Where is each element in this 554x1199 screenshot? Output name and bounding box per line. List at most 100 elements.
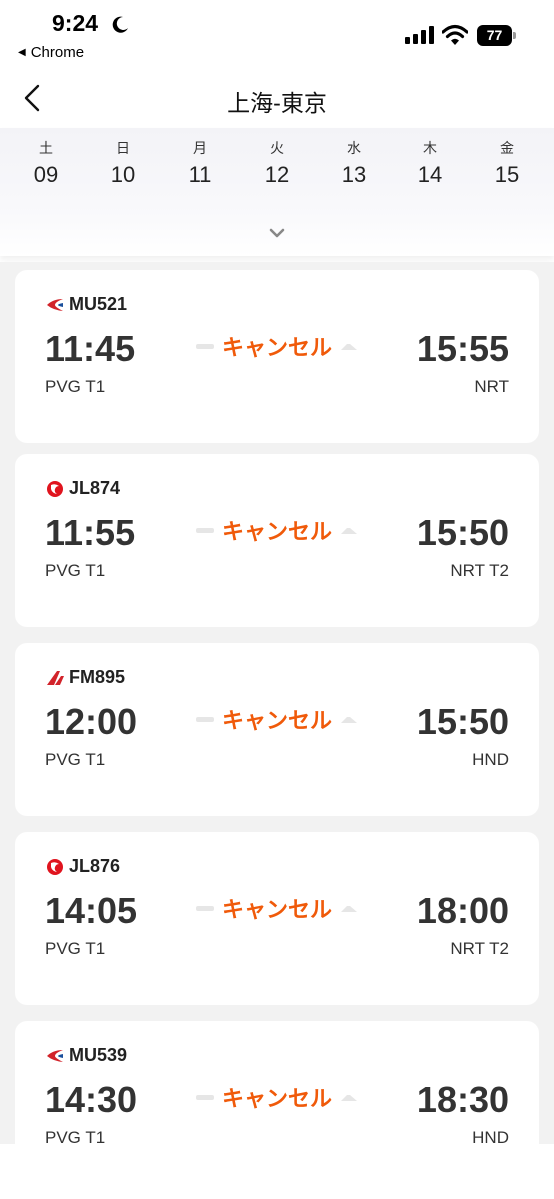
status-text: キャンセル <box>221 519 332 544</box>
departure-terminal: PVG T1 <box>45 377 106 396</box>
plane-icon <box>341 1095 357 1101</box>
flight-card[interactable]: MU539 14:30 キャンセル 18:30 PVG T1 HND <box>15 1021 539 1144</box>
departure-time: 12:00 <box>45 701 138 742</box>
date-day: 13 <box>341 162 367 187</box>
moon-icon <box>112 16 128 33</box>
date-weekday: 月 <box>193 140 207 156</box>
route-line-left <box>195 716 214 722</box>
arrival-terminal: NRT T2 <box>450 939 509 958</box>
arrival-terminal: NRT T2 <box>450 561 509 580</box>
bottom-safe-area <box>0 1144 554 1199</box>
status-text: キャンセル <box>221 335 332 360</box>
route-line-left <box>195 905 214 911</box>
flight-status: キャンセル <box>195 705 359 733</box>
flight-status: キャンセル <box>195 1083 359 1111</box>
date-day: 14 <box>417 162 443 187</box>
date-day: 10 <box>110 162 136 187</box>
plane-icon <box>341 906 357 912</box>
flight-status: キャンセル <box>195 516 359 544</box>
jal-crane-logo-icon <box>47 480 63 497</box>
battery-indicator: 77 <box>477 25 517 46</box>
date-day: 12 <box>264 162 290 187</box>
route-line-left <box>195 343 214 349</box>
flight-header: JL876 <box>45 856 120 877</box>
arrival-terminal: HND <box>472 1128 509 1144</box>
status-text: キャンセル <box>221 897 332 922</box>
flight-status: キャンセル <box>195 332 359 360</box>
date-weekday: 金 <box>500 140 514 156</box>
plane-icon <box>341 528 357 534</box>
plane-icon <box>341 717 357 723</box>
date-item[interactable]: 土 09 <box>16 138 76 188</box>
flight-card[interactable]: FM895 12:00 キャンセル 15:50 PVG T1 HND <box>15 643 539 816</box>
arrival-terminal: NRT <box>474 377 509 396</box>
date-weekday: 土 <box>39 140 53 156</box>
route-line-left <box>195 527 214 533</box>
flight-status: キャンセル <box>195 894 359 922</box>
flight-number: MU539 <box>69 1045 128 1065</box>
arrival-time: 15:50 <box>416 701 509 742</box>
flight-number: JL874 <box>69 478 121 498</box>
arrival-time: 15:50 <box>416 512 509 553</box>
china-eastern-logo-icon <box>47 298 63 311</box>
flight-header: FM895 <box>45 667 125 688</box>
wifi-icon <box>442 24 468 45</box>
departure-time: 11:45 <box>45 328 136 369</box>
cellular-signal-icon <box>405 26 434 44</box>
battery-cap <box>513 32 516 39</box>
departure-terminal: PVG T1 <box>45 939 106 958</box>
flight-header: MU539 <box>45 1045 127 1066</box>
departure-time: 14:30 <box>45 1079 138 1120</box>
flight-number: FM895 <box>69 667 126 687</box>
date-item[interactable]: 水 13 <box>324 138 384 188</box>
flight-card[interactable]: MU521 11:45 キャンセル 15:55 PVG T1 NRT <box>15 270 539 443</box>
date-item[interactable]: 木 14 <box>400 138 460 188</box>
date-item[interactable]: 火 12 <box>247 138 307 188</box>
flight-header: MU521 <box>45 294 127 315</box>
date-day: 09 <box>33 162 59 187</box>
back-app-label: Chrome <box>30 44 85 61</box>
departure-time: 14:05 <box>45 890 138 931</box>
date-weekday: 火 <box>270 140 284 156</box>
departure-terminal: PVG T1 <box>45 561 106 580</box>
date-item[interactable]: 月 11 <box>170 138 230 188</box>
date-selector: 土 09 日 10 月 11 火 12 水 13 木 14 金 15 <box>0 128 554 256</box>
date-item[interactable]: 日 10 <box>93 138 153 188</box>
date-weekday: 木 <box>423 140 437 156</box>
chevron-left-icon <box>24 84 40 112</box>
flight-header: JL874 <box>45 478 120 499</box>
status-time: 9:24 <box>52 10 99 36</box>
flight-number: JL876 <box>69 856 121 876</box>
date-day: 11 <box>188 162 212 187</box>
flight-number: MU521 <box>69 294 128 314</box>
arrival-time: 18:30 <box>416 1079 509 1120</box>
nav-header: 上海-東京 <box>0 70 554 128</box>
china-eastern-logo-icon <box>47 1049 63 1062</box>
route-line-left <box>195 1094 214 1100</box>
flight-card[interactable]: JL874 11:55 キャンセル 15:50 PVG T1 NRT T2 <box>15 454 539 627</box>
chevron-down-icon[interactable] <box>267 226 287 240</box>
jal-crane-logo-icon <box>47 858 63 875</box>
departure-terminal: PVG T1 <box>45 750 106 769</box>
status-text: キャンセル <box>221 1086 332 1111</box>
battery-level: 77 <box>477 25 512 46</box>
date-weekday: 水 <box>347 140 361 156</box>
status-bar: 9:24 ◀ Chrome 77 <box>0 0 554 70</box>
date-weekday: 日 <box>116 140 130 156</box>
arrival-time: 18:00 <box>416 890 509 931</box>
date-row: 土 09 日 10 月 11 火 12 水 13 木 14 金 15 <box>0 138 554 198</box>
plane-icon <box>341 344 357 350</box>
flight-list: MU521 11:45 キャンセル 15:55 PVG T1 NRT JL874… <box>0 262 554 1144</box>
arrival-time: 15:55 <box>416 328 509 369</box>
date-item[interactable]: 金 15 <box>477 138 537 188</box>
departure-time: 11:55 <box>45 512 136 553</box>
back-button[interactable] <box>14 80 50 116</box>
flight-card[interactable]: JL876 14:05 キャンセル 18:00 PVG T1 NRT T2 <box>15 832 539 1005</box>
page-title: 上海-東京 <box>227 90 327 116</box>
departure-terminal: PVG T1 <box>45 1128 106 1144</box>
arrival-terminal: HND <box>472 750 509 769</box>
back-triangle-icon: ◀ <box>18 47 26 58</box>
date-day: 15 <box>494 162 520 187</box>
back-to-app-link[interactable]: ◀ Chrome <box>18 44 84 61</box>
shanghai-airlines-logo-icon <box>47 670 64 685</box>
